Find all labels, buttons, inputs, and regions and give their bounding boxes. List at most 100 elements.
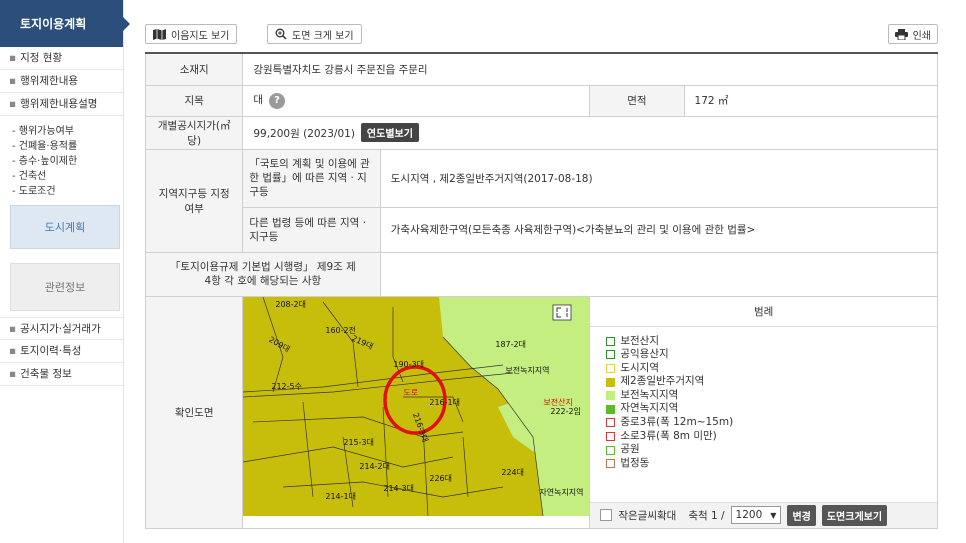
legend-panel: 범례 보전산지 공익용산지 도시지역 제2종일반주거지역 보전녹지지역 자연녹지… <box>589 295 938 529</box>
table-row: 지목 대? 면적 172 ㎡ <box>144 84 939 117</box>
zone1-label: 「국토의 계획 및 이용에 관한 법률」에 따른 지역 · 지구등 <box>242 148 381 208</box>
legend-swatch <box>606 363 616 373</box>
map-label-208-2: 208-2대 <box>275 299 306 309</box>
large-map-view-button[interactable]: 도면크게보기 <box>821 504 888 526</box>
zoom-in-icon <box>275 28 287 40</box>
map-label-214-1: 214-1대 <box>325 491 356 501</box>
sidebar-item-land-history[interactable]: ▪ 토지이력·특성 <box>0 340 123 363</box>
legend-swatch <box>606 459 616 469</box>
map-label-214-3: 214-3대 <box>383 483 414 493</box>
legend-item: 중로3류(폭 12m~15m) <box>606 416 937 430</box>
legend-swatch <box>606 336 616 346</box>
parcel-map <box>243 296 590 516</box>
map-label: 확인도면 <box>144 295 244 529</box>
map-label-preserved-mountain: 보전산지 <box>543 397 573 407</box>
map-label-natural-green: 자연녹지지역 <box>539 487 584 497</box>
scale-change-button[interactable]: 변경 <box>787 504 816 526</box>
price-label: 개별공시지가(㎡당) <box>144 115 244 150</box>
location-value: 강원특별자치도 강릉시 주문진읍 주문리 <box>242 52 938 86</box>
legend-item: 보전산지 <box>606 335 937 349</box>
small-text-label: 작은글씨확대 <box>618 509 677 522</box>
map-label-212-5: 212-5수 <box>271 381 302 391</box>
scale-select[interactable]: 1200 ▼ <box>730 506 782 524</box>
map-label-conservation-green: 보전녹지지역 <box>505 365 550 375</box>
map-label-226: 226대 <box>429 473 452 483</box>
legend-swatch <box>606 418 616 428</box>
printer-icon <box>894 28 908 40</box>
jimok-label: 지목 <box>144 84 244 117</box>
sidebar: 토지이용계획 ▪ 지정 현황 ▪ 행위제한내용 ▪ 행위제한내용설명 - 행위가능여부… <box>0 0 130 543</box>
sub-item-permitted[interactable]: - 행위가능여부 <box>12 124 123 139</box>
sidebar-item-restriction-desc[interactable]: ▪ 행위제한내용설명 <box>0 93 123 116</box>
legend-footer: 작은글씨확대 축척 1 / 1200 ▼ 변경 도면크게보기 <box>590 501 937 528</box>
print-button[interactable]: 인쇄 <box>887 24 938 44</box>
legend-item: 보전녹지지역 <box>606 389 937 403</box>
map-label-214-2: 214-2대 <box>359 461 390 471</box>
zone-label: 지역지구등 지정여부 <box>144 148 244 253</box>
location-label: 소재지 <box>144 52 244 86</box>
sub-item-height-limit[interactable]: - 층수·높이제한 <box>12 154 123 169</box>
sidebar-related-info: 관련정보 <box>10 263 120 311</box>
sub-item-coverage-ratio[interactable]: - 건폐율·용적률 <box>12 139 123 154</box>
yearly-view-button[interactable]: 연도별보기 <box>360 123 419 142</box>
table-row: 「토지이용규제 기본법 시행령」 제9조 제4항 각 호에 해당되는 사항 <box>145 251 939 297</box>
legend-item: 도시지역 <box>606 362 937 376</box>
legend-swatch <box>606 445 616 455</box>
table-row: 다른 법령 등에 따른 지역 · 지구등 가축사육제한구역(모든축종 사육제한구… <box>146 206 939 253</box>
sidebar-sub-list: - 행위가능여부 - 건폐율·용적률 - 층수·높이제한 - 건축선 - 도로조… <box>0 116 123 205</box>
sub-item-road[interactable]: - 도로조건 <box>12 184 123 199</box>
zone2-value: 가축사육제한구역(모든축종 사육제한구역)<가축분뇨의 관리 및 이용에 관한 … <box>379 206 939 253</box>
area-value: 172 ㎡ <box>683 84 939 117</box>
legend-swatch <box>606 350 616 360</box>
legend-item: 소로3류(폭 8m 미만) <box>606 430 937 444</box>
legend-title: 범례 <box>590 297 937 327</box>
legend-item: 제2종일반주거지역 <box>606 375 937 389</box>
price-value: 99,200원 (2023/01) <box>253 128 355 140</box>
help-icon[interactable]: ? <box>269 93 286 109</box>
legend-item: 법정동 <box>606 457 937 471</box>
enforcement-label: 「토지이용규제 기본법 시행령」 제9조 제4항 각 호에 해당되는 사항 <box>145 251 381 297</box>
table-row: 지역지구등 지정여부 「국토의 계획 및 이용에 관한 법률」에 따른 지역 ·… <box>144 148 939 253</box>
sidebar-item-building-info[interactable]: ▪ 건축물 정보 <box>0 363 123 386</box>
zone1-value: 도시지역 , 제2종일반주거지역(2017-08-18) <box>379 148 939 208</box>
map-icon <box>153 28 166 40</box>
map-label-road: 도로 <box>403 387 419 397</box>
small-text-checkbox[interactable] <box>600 509 613 521</box>
map-label-215-3: 215-3대 <box>343 437 374 447</box>
table-row: 개별공시지가(㎡당) 99,200원 (2023/01) 연도별보기 <box>144 115 938 150</box>
sidebar-item-designation[interactable]: ▪ 지정 현황 <box>0 47 123 70</box>
zone2-label: 다른 법령 등에 따른 지역 · 지구등 <box>242 206 381 253</box>
map-image[interactable]: 208-2대 160-2전 209대 219대 190-3대 187-2대 보전… <box>243 296 590 516</box>
toolbar: 이음지도 보기 도면 크게 보기 인쇄 <box>145 24 938 44</box>
table-row: 소재지 강원특별자치도 강릉시 주문진읍 주문리 <box>144 52 938 86</box>
sidebar-item-land-price[interactable]: ▪ 공시지가·실거래가 <box>0 317 123 340</box>
map-label-216-1: 216-1대 <box>429 397 460 407</box>
sidebar-city-plan-button[interactable]: 도시계획 <box>10 205 120 249</box>
chevron-down-icon: ▼ <box>770 510 777 520</box>
jimok-value: 대 <box>253 94 264 106</box>
map-view-button[interactable]: 이음지도 보기 <box>145 24 238 44</box>
scale-label: 축척 1 / <box>688 509 725 522</box>
expand-icon[interactable] <box>552 304 572 320</box>
legend-item: 자연녹지지역 <box>606 402 937 416</box>
price-cell: 99,200원 (2023/01) 연도별보기 <box>242 115 938 150</box>
sub-item-building-line[interactable]: - 건축선 <box>12 169 123 184</box>
table-row: 확인도면 208-2대 160-2전 209대 219대 190-3대 187-… <box>144 295 938 529</box>
map-cell: 208-2대 160-2전 209대 219대 190-3대 187-2대 보전… <box>242 295 591 529</box>
map-label-224: 224대 <box>501 467 524 477</box>
land-info-table: 소재지 강원특별자치도 강릉시 주문진읍 주문리 지목 대? 면적 172 ㎡ … <box>144 52 939 529</box>
area-label: 면적 <box>589 84 685 117</box>
legend-item: 공익용산지 <box>606 348 937 362</box>
legend-swatch <box>606 377 616 387</box>
map-label-160-2: 160-2전 <box>325 325 356 335</box>
map-label-190-3: 190-3대 <box>393 359 424 369</box>
legend-item: 공원 <box>606 443 937 457</box>
legend-swatch <box>606 404 616 414</box>
sidebar-header[interactable]: 토지이용계획 <box>0 0 130 47</box>
legend-list: 보전산지 공익용산지 도시지역 제2종일반주거지역 보전녹지지역 자연녹지지역 … <box>590 327 937 471</box>
zoom-map-button[interactable]: 도면 크게 보기 <box>267 24 362 44</box>
sidebar-item-restriction[interactable]: ▪ 행위제한내용 <box>0 70 123 93</box>
jimok-cell: 대? <box>242 84 591 117</box>
map-label-187-2: 187-2대 <box>495 339 526 349</box>
enforcement-value <box>379 251 939 297</box>
